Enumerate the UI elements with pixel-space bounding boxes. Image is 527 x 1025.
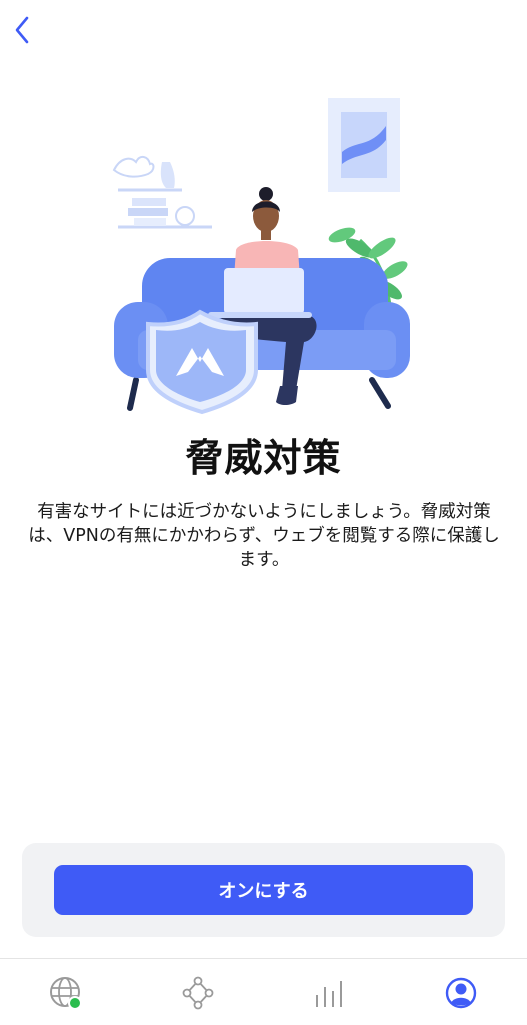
tab-profile[interactable] [441, 973, 481, 1013]
tab-bar [0, 958, 527, 1025]
action-card: オンにする [22, 843, 505, 937]
connection-status-dot [68, 996, 82, 1010]
profile-icon [445, 977, 477, 1009]
tab-vpn[interactable] [46, 973, 86, 1013]
meshnet-icon [182, 976, 214, 1010]
stats-icon [316, 981, 342, 1007]
wall-picture [328, 98, 400, 192]
tab-stats[interactable] [310, 973, 350, 1013]
feature-description: 有害なサイトには近づかないようにしましょう。脅威対策は、VPNの有無にかかわらず… [28, 502, 500, 570]
wall-shelf [112, 156, 212, 229]
page-title: 脅威対策 [185, 436, 342, 480]
globe-icon [50, 977, 82, 1010]
threat-protection-illustration [112, 98, 410, 415]
tab-meshnet[interactable] [178, 973, 218, 1013]
shield-icon [146, 309, 258, 415]
turn-on-button[interactable]: オンにする [54, 865, 473, 915]
back-button[interactable] [8, 12, 36, 48]
chevron-left-icon [15, 16, 29, 44]
